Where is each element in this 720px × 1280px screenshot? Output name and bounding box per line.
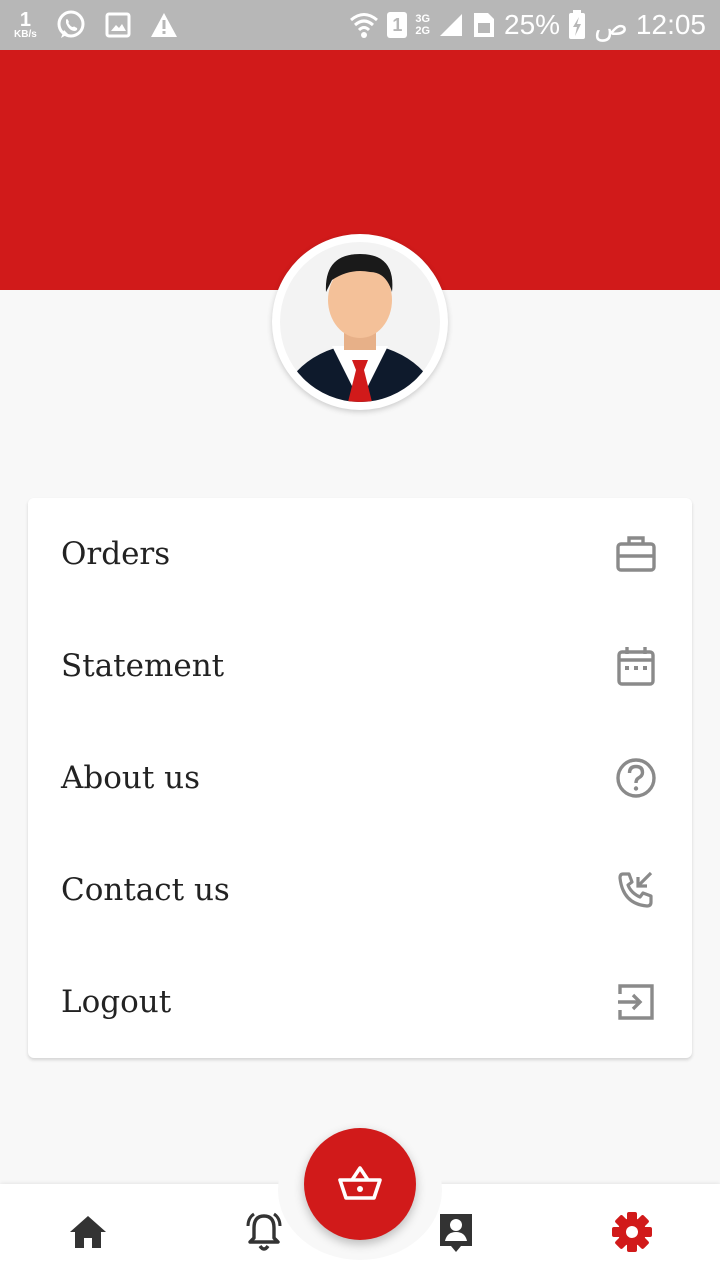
avatar-illustration [280, 242, 440, 402]
menu-item-label: About us [61, 760, 201, 796]
nav-notifications[interactable] [240, 1208, 288, 1256]
signal-icon [440, 14, 463, 36]
battery-charging-icon [569, 10, 586, 39]
avatar[interactable] [272, 234, 448, 410]
network-type: 3G 2G [415, 13, 430, 37]
profile-icon [440, 1214, 472, 1252]
menu-item-orders[interactable]: Orders [28, 498, 692, 610]
network-type-top: 3G [415, 12, 431, 25]
menu-item-statement[interactable]: Statement [28, 610, 692, 722]
warning-icon [150, 13, 177, 37]
basket-button[interactable] [304, 1128, 416, 1240]
wifi-icon [350, 13, 379, 38]
status-bar: 1 KB/s 1 3G 2G 25% ص 12:05 [0, 0, 720, 50]
home-icon [70, 1216, 106, 1248]
menu-item-about-us[interactable]: About us [28, 722, 692, 834]
menu-card: Orders Statement About us Contact us Log… [28, 498, 692, 1058]
settings-icon [612, 1212, 652, 1252]
ampm-label: ص [594, 9, 628, 41]
menu-item-label: Logout [61, 984, 172, 1020]
whatsapp-icon [57, 10, 85, 38]
network-speed-unit: KB/s [14, 29, 37, 40]
briefcase-icon [616, 536, 656, 572]
menu-item-label: Statement [61, 648, 225, 684]
help-circle-icon [616, 758, 656, 798]
network-speed: 1 KB/s [14, 10, 37, 40]
menu-item-contact-us[interactable]: Contact us [28, 834, 692, 946]
network-type-bottom: 2G [415, 25, 431, 37]
phone-incoming-icon [618, 871, 653, 908]
bell-icon [246, 1212, 282, 1251]
network-speed-value: 1 [19, 9, 31, 31]
calendar-icon [617, 647, 655, 686]
nav-profile[interactable] [432, 1208, 480, 1256]
nav-home[interactable] [64, 1208, 112, 1256]
menu-item-logout[interactable]: Logout [28, 946, 692, 1058]
image-icon [105, 12, 131, 38]
menu-item-label: Orders [61, 536, 171, 572]
menu-item-label: Contact us [61, 872, 230, 908]
nav-settings[interactable] [608, 1208, 656, 1256]
logout-icon [618, 984, 654, 1020]
clock: 12:05 [635, 9, 706, 40]
basket-icon [338, 1166, 382, 1200]
sim-slot-badge: 1 [387, 12, 408, 38]
battery-percent: 25% [504, 9, 561, 40]
sim-card-icon [474, 13, 495, 37]
